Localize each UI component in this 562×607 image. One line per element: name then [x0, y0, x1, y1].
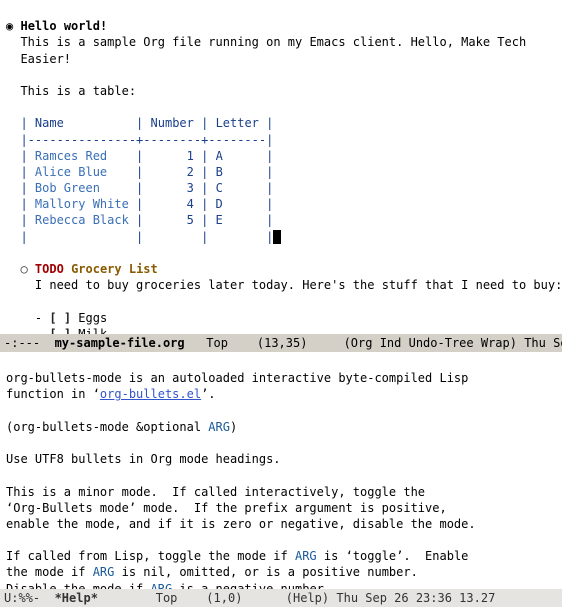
table-row: | Alice Blue | 2 | B |	[20, 165, 273, 179]
help-arg: ARG	[208, 420, 230, 434]
table-row: | Mallory White | 4 | D |	[20, 197, 273, 211]
help-source-link[interactable]: org-bullets.el	[100, 387, 201, 401]
help-text: Disable the mode if	[6, 582, 151, 589]
modeline-inactive[interactable]: U:%%- *Help* Top (1,0) (Help) Thu Sep 26…	[0, 589, 562, 607]
heading2-text: Grocery List	[71, 262, 158, 276]
help-text: function in ‘	[6, 387, 100, 401]
list-dash: -	[35, 311, 42, 325]
modeline-time: Thu Sep 2	[517, 336, 562, 350]
checkbox[interactable]: [ ]	[49, 327, 71, 334]
table-row: | Bob Green | 3 | C |	[20, 181, 273, 195]
modeline-position: Top (13,35)	[185, 336, 308, 350]
heading1-bullet-icon: ◉	[6, 19, 13, 33]
help-text: is an autoloaded interactive byte-compil…	[122, 371, 469, 385]
modeline-buffer-name: *Help*	[55, 591, 98, 605]
help-text: is ‘toggle’. Enable	[317, 549, 469, 563]
body-line: This is a table:	[20, 84, 136, 98]
text-cursor	[273, 230, 281, 244]
modeline-modes: (Help)	[242, 591, 329, 605]
help-text: enable the mode, and if it is zero or ne…	[6, 517, 476, 531]
help-buffer-pane[interactable]: org-bullets-mode is an autoloaded intera…	[0, 352, 562, 589]
body-line: This is a sample Org file running on my …	[20, 35, 526, 49]
help-arg: ARG	[151, 582, 173, 589]
table-sep: |---------------+--------+--------|	[20, 133, 273, 147]
modeline-left: -:---	[4, 336, 55, 350]
help-arg: ARG	[295, 549, 317, 563]
body-line: Easier!	[20, 52, 71, 66]
modeline-active[interactable]: -:--- my-sample-file.org Top (13,35) (Or…	[0, 334, 562, 352]
body-line: I need to buy groceries later today. Her…	[35, 278, 562, 292]
modeline-modes: (Org Ind Undo-Tree Wrap)	[307, 336, 517, 350]
heading2-bullet-icon: ○	[20, 262, 27, 276]
todo-keyword: TODO	[35, 262, 64, 276]
help-symbol: org-bullets-mode	[6, 371, 122, 385]
heading1-text: Hello world!	[20, 19, 107, 33]
help-text: )	[230, 420, 237, 434]
list-item: Eggs	[78, 311, 107, 325]
table-row: | | | |	[20, 230, 273, 244]
checkbox[interactable]: [ ]	[49, 311, 71, 325]
modeline-buffer-name: my-sample-file.org	[55, 336, 185, 350]
help-text: Use UTF8 bullets in Org mode headings.	[6, 452, 281, 466]
modeline-position: Top (1,0)	[98, 591, 243, 605]
help-text: ’.	[201, 387, 215, 401]
help-signature: (org-bullets-mode &optional	[6, 420, 208, 434]
help-text: the mode if	[6, 565, 93, 579]
help-text: If called from Lisp, toggle the mode if	[6, 549, 295, 563]
org-buffer-pane[interactable]: ◉ Hello world! This is a sample Org file…	[0, 0, 562, 334]
modeline-left: U:%%-	[4, 591, 55, 605]
help-text: is nil, omitted, or is a positive number…	[114, 565, 417, 579]
table-header-row: | Name | Number | Letter |	[20, 116, 273, 130]
help-arg: ARG	[93, 565, 115, 579]
list-dash: -	[35, 327, 42, 334]
help-text: ‘Org-Bullets mode’ mode. If the prefix a…	[6, 501, 447, 515]
table-row: | Rebecca Black | 5 | E |	[20, 213, 273, 227]
help-text: This is a minor mode. If called interact…	[6, 485, 425, 499]
table-row: | Ramces Red | 1 | A |	[20, 149, 273, 163]
modeline-time: Thu Sep 26 23:36 13.27	[329, 591, 495, 605]
help-text: is a negative number.	[172, 582, 331, 589]
list-item: Milk	[78, 327, 107, 334]
